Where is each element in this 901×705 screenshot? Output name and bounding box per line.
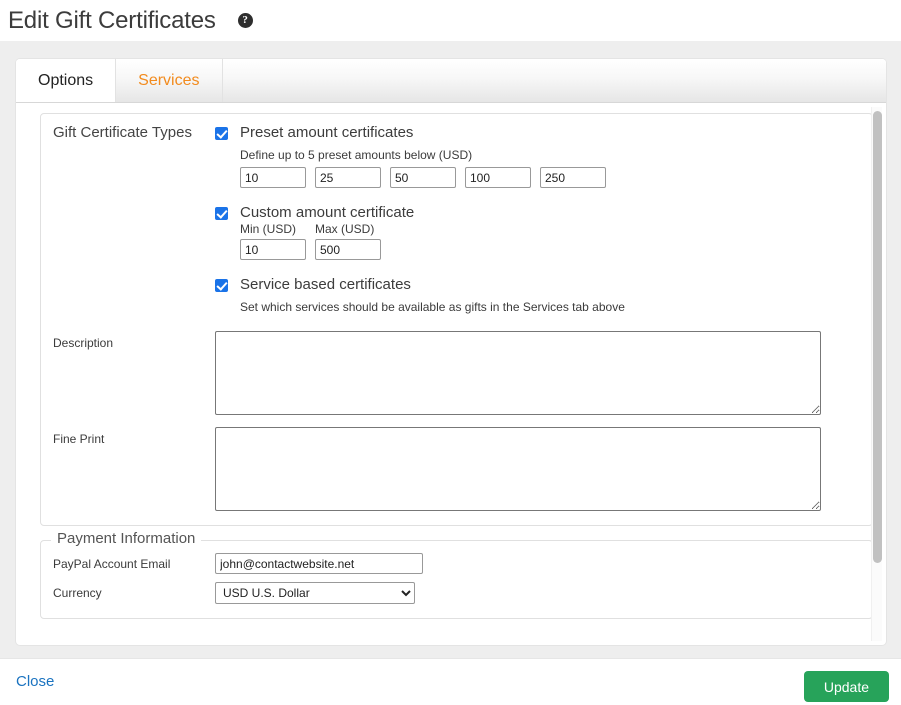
payment-information-section: Payment Information PayPal Account Email… — [40, 540, 873, 619]
tab-services[interactable]: Services — [115, 59, 222, 102]
custom-amount-min-label: Min (USD) — [240, 222, 306, 236]
custom-amount-checkbox[interactable] — [215, 207, 228, 220]
preset-amount-hint: Define up to 5 preset amounts below (USD… — [240, 147, 860, 163]
app-window: Edit Gift Certificates ? Options Service… — [0, 0, 901, 705]
currency-row: Currency USD U.S. Dollar — [53, 582, 860, 604]
preset-amount-input-1[interactable] — [240, 167, 306, 188]
preset-amount-label[interactable]: Preset amount certificates — [240, 124, 413, 142]
custom-amount-max-label: Max (USD) — [315, 222, 381, 236]
paypal-email-label: PayPal Account Email — [53, 556, 215, 572]
tab-strip-filler — [223, 59, 887, 102]
tab-options[interactable]: Options — [16, 59, 115, 103]
payment-information-legend: Payment Information — [51, 530, 201, 547]
service-based-check-line: Service based certificates — [215, 276, 860, 294]
page-title: Edit Gift Certificates — [8, 7, 216, 35]
gift-types-label: Gift Certificate Types — [53, 124, 215, 141]
description-row: Description — [53, 331, 860, 415]
tab-strip: Options Services — [16, 59, 886, 103]
options-form: Gift Certificate Types Preset amount cer… — [16, 103, 878, 641]
fine-print-label: Fine Print — [53, 427, 215, 447]
currency-select[interactable]: USD U.S. Dollar — [215, 582, 415, 604]
paypal-email-field — [215, 553, 860, 574]
preset-amount-input-4[interactable] — [465, 167, 531, 188]
custom-amount-label[interactable]: Custom amount certificate — [240, 204, 414, 222]
preset-amount-input-5[interactable] — [540, 167, 606, 188]
close-link[interactable]: Close — [16, 673, 54, 690]
fine-print-field — [215, 427, 860, 511]
vertical-scrollbar-track[interactable] — [871, 107, 882, 641]
preset-amount-checkbox[interactable] — [215, 127, 228, 140]
update-button[interactable]: Update — [804, 671, 889, 702]
custom-amount-max-input[interactable] — [315, 239, 381, 260]
gift-certificate-types-section: Gift Certificate Types Preset amount cer… — [40, 113, 873, 526]
content-background: Options Services Gift Certificate Types — [0, 41, 901, 658]
currency-field: USD U.S. Dollar — [215, 582, 860, 604]
preset-amount-check-line: Preset amount certificates — [215, 124, 860, 142]
tab-options-label: Options — [38, 72, 93, 90]
tab-panel: Options Services Gift Certificate Types — [16, 59, 886, 645]
gift-types-row: Gift Certificate Types Preset amount cer… — [53, 124, 860, 331]
preset-amount-block: Preset amount certificates Define up to … — [215, 124, 860, 188]
service-based-checkbox[interactable] — [215, 279, 228, 292]
custom-amount-check-line: Custom amount certificate — [215, 204, 860, 222]
currency-label: Currency — [53, 585, 215, 601]
description-field — [215, 331, 860, 415]
vertical-scrollbar-thumb[interactable] — [873, 111, 882, 563]
gift-types-fields: Preset amount certificates Define up to … — [215, 124, 860, 331]
description-label: Description — [53, 331, 215, 351]
description-textarea[interactable] — [215, 331, 821, 415]
options-scroll-area[interactable]: Gift Certificate Types Preset amount cer… — [16, 103, 886, 645]
tab-services-label: Services — [138, 72, 199, 90]
row-spacer — [53, 415, 860, 427]
custom-amount-min-input[interactable] — [240, 239, 306, 260]
dialog-footer: Close Update — [0, 658, 901, 705]
service-based-label[interactable]: Service based certificates — [240, 276, 411, 294]
custom-amount-minmax-labels: Min (USD) Max (USD) — [240, 222, 860, 236]
custom-amount-block: Custom amount certificate Min (USD) Max … — [215, 204, 860, 260]
fine-print-row: Fine Print — [53, 427, 860, 511]
paypal-email-row: PayPal Account Email — [53, 553, 860, 574]
preset-amount-input-3[interactable] — [390, 167, 456, 188]
preset-amount-input-2[interactable] — [315, 167, 381, 188]
service-based-hint: Set which services should be available a… — [240, 299, 860, 315]
service-based-block: Service based certificates Set which ser… — [215, 276, 860, 315]
custom-amount-inputs — [240, 239, 860, 260]
fine-print-textarea[interactable] — [215, 427, 821, 511]
paypal-email-input[interactable] — [215, 553, 423, 574]
help-circle-icon[interactable]: ? — [238, 13, 253, 28]
page-header: Edit Gift Certificates ? — [0, 0, 901, 41]
preset-amount-inputs — [240, 167, 860, 188]
